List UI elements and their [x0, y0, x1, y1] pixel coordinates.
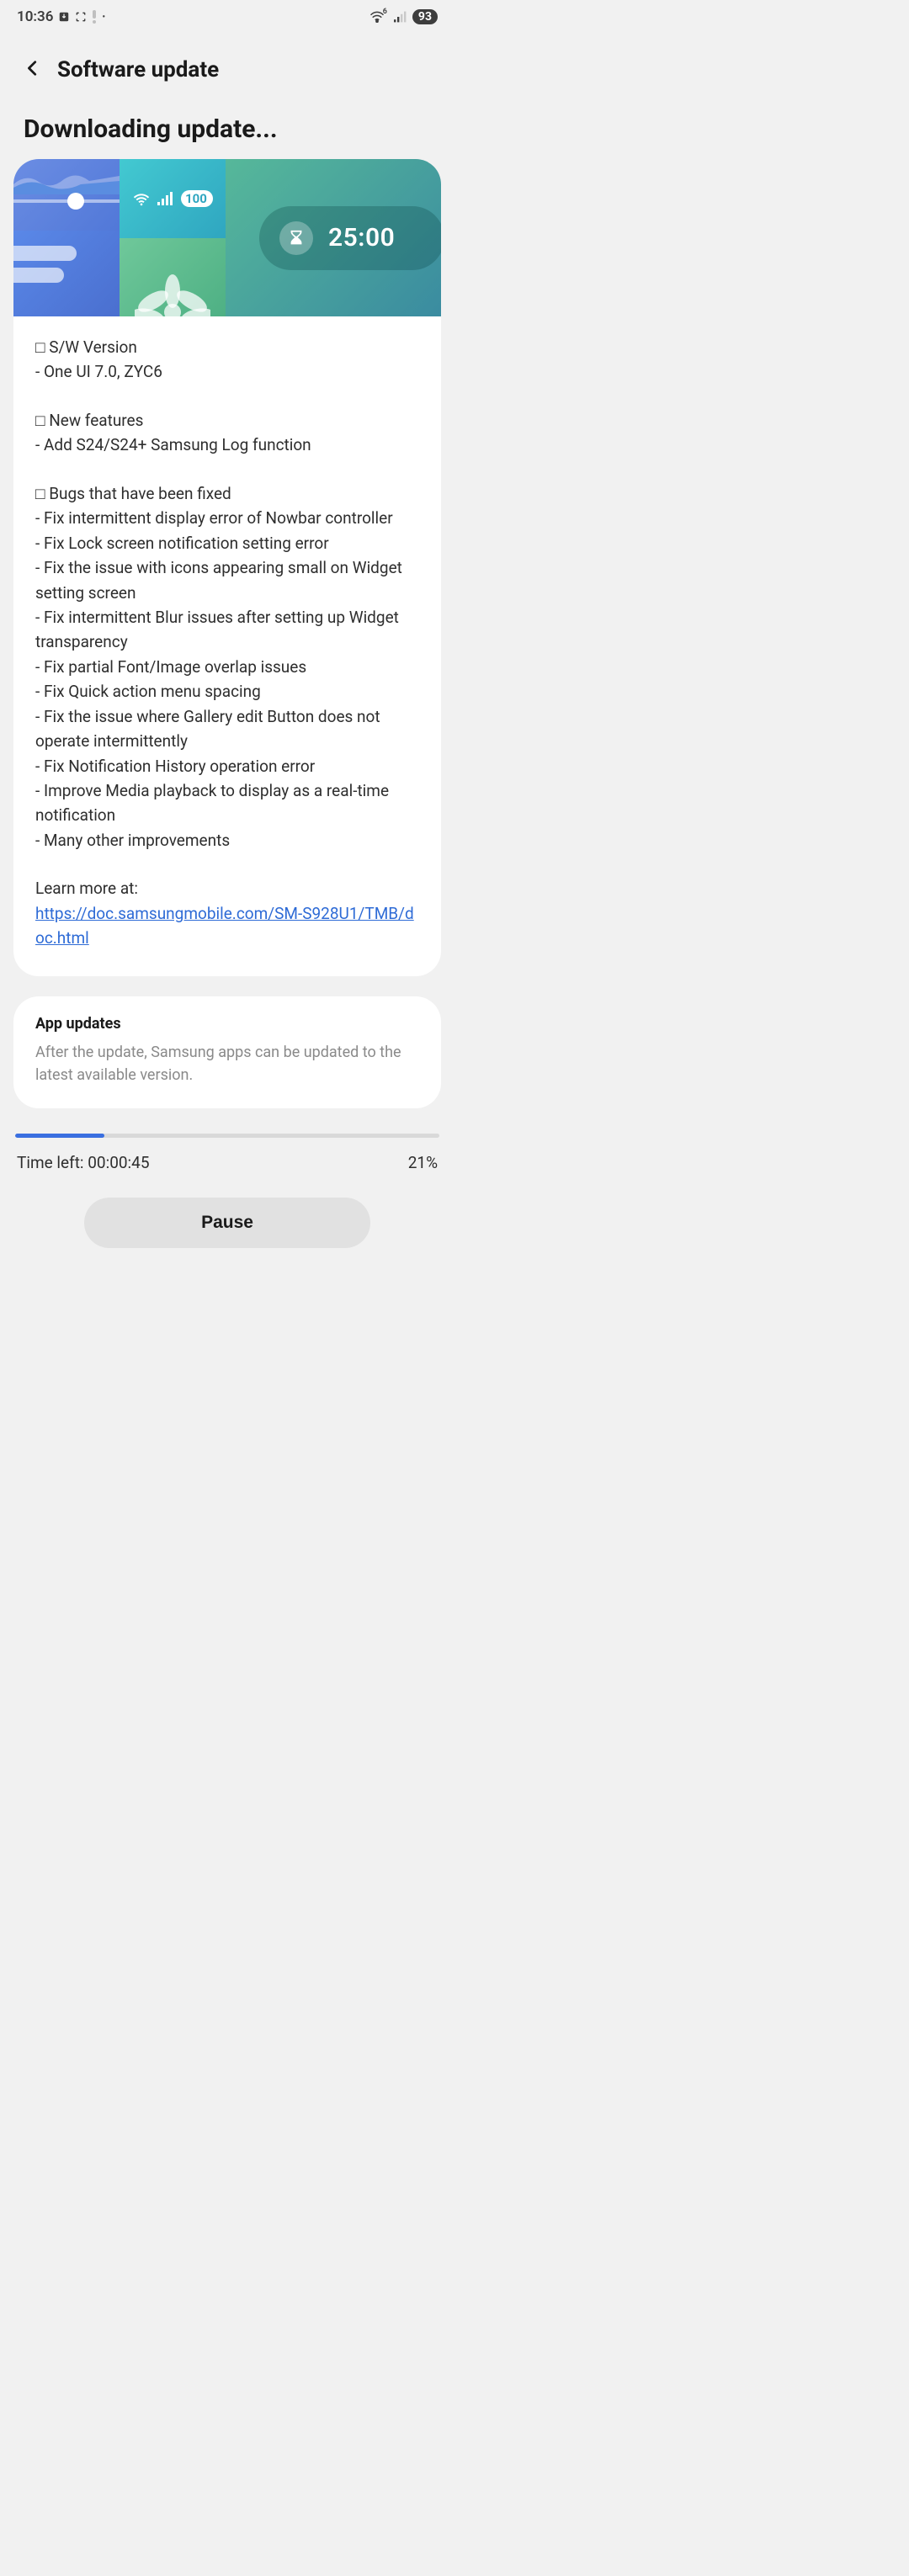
back-button[interactable] [24, 59, 42, 81]
bug-item: - Fix Lock screen notification setting e… [35, 531, 419, 555]
download-indicator-icon [58, 11, 70, 23]
time-left-label: Time left: 00:00:45 [17, 1153, 150, 1172]
new-features-line: - Add S24/S24+ Samsung Log function [35, 433, 419, 457]
changelog: □ S/W Version - One UI 7.0, ZYC6 □ New f… [13, 316, 441, 976]
progress-percent-label: 21% [408, 1153, 438, 1172]
bug-item: - Fix intermittent Blur issues after set… [35, 605, 419, 655]
download-progress-section: Time left: 00:00:45 21% [0, 1134, 454, 1198]
app-updates-title: App updates [35, 1015, 419, 1033]
status-bar: 10:36 • 6 93 [0, 0, 454, 32]
status-bar-right: 6 93 [369, 9, 438, 24]
signal-icon [394, 11, 407, 23]
app-updates-desc: After the update, Samsung apps can be up… [35, 1041, 419, 1086]
scan-icon [75, 11, 87, 23]
status-time: 10:36 [17, 8, 53, 25]
download-status-title: Downloading update... [0, 98, 454, 159]
app-updates-card: App updates After the update, Samsung ap… [13, 996, 441, 1108]
bug-item: - Many other improvements [35, 828, 419, 852]
hero-wifi-icon [132, 191, 151, 206]
header: Software update [0, 32, 454, 98]
pause-button[interactable]: Pause [84, 1198, 370, 1248]
hero-timer: 25:00 [328, 223, 395, 252]
battery-level: 93 [412, 9, 438, 24]
sw-version-heading: □ S/W Version [35, 335, 419, 359]
wifi-icon: 6 [369, 11, 389, 23]
learn-more-link[interactable]: https://doc.samsungmobile.com/SM-S928U1/… [35, 904, 414, 948]
bug-item: - Fix Quick action menu spacing [35, 679, 419, 704]
bug-item: - Fix the issue where Gallery edit Butto… [35, 704, 419, 754]
status-bar-left: 10:36 • [17, 8, 105, 25]
hero-battery-label: 100 [181, 190, 213, 207]
bugs-heading: □ Bugs that have been fixed [35, 481, 419, 506]
bug-item: - Fix the issue with icons appearing sma… [35, 555, 419, 605]
page-title: Software update [57, 57, 219, 82]
hourglass-icon [279, 221, 313, 255]
learn-more-label: Learn more at: [35, 876, 419, 900]
new-features-heading: □ New features [35, 408, 419, 433]
warning-icon [92, 10, 97, 24]
update-details-card: 100 25:00 □ S/W Version - One UI 7.0, ZY… [13, 159, 441, 976]
sw-version-line: - One UI 7.0, ZYC6 [35, 359, 419, 384]
update-hero-image: 100 25:00 [13, 159, 441, 316]
hero-signal-icon [157, 192, 174, 205]
bug-item: - Fix intermittent display error of Nowb… [35, 506, 419, 530]
bug-item: - Improve Media playback to display as a… [35, 778, 419, 828]
bug-item: - Fix partial Font/Image overlap issues [35, 655, 419, 679]
dot-icon: • [102, 13, 105, 22]
bug-item: - Fix Notification History operation err… [35, 754, 419, 778]
